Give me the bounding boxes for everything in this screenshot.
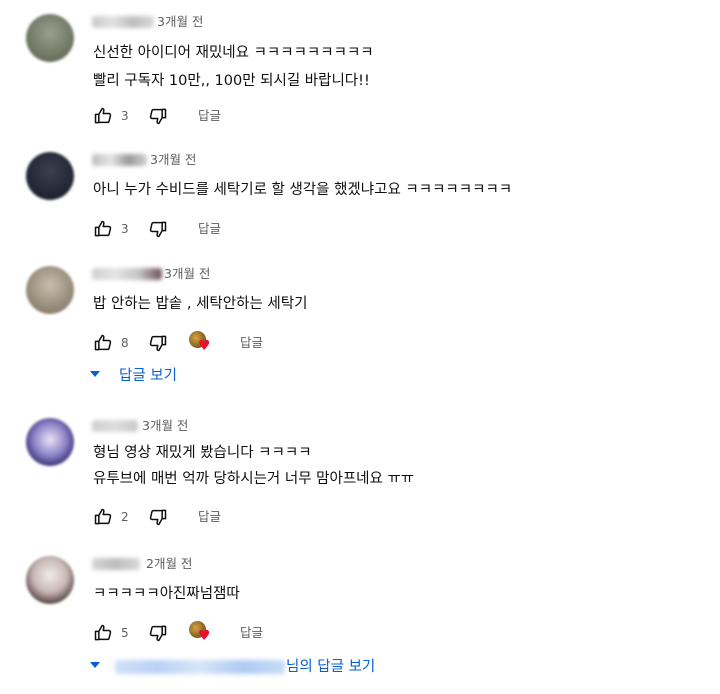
thumbs-up-icon[interactable] <box>93 333 113 353</box>
thumbs-down-icon[interactable] <box>148 106 168 126</box>
comment-actions: 3 답글 <box>93 106 493 126</box>
comment-time[interactable]: 3개월 전 <box>164 266 210 282</box>
reply-button[interactable]: 답글 <box>198 509 221 525</box>
author-name-blurred[interactable] <box>92 268 162 280</box>
comment-text-line: 신선한 아이디어 재밌네요 ㅋㅋㅋㅋㅋㅋㅋㅋㅋ <box>93 45 374 61</box>
avatar[interactable] <box>26 556 74 604</box>
comment-text-line: 빨리 구독자 10만,, 100만 되시길 바랍니다!! <box>93 73 370 89</box>
creator-heart-icon: ♥ <box>189 331 211 353</box>
comment-time[interactable]: 3개월 전 <box>142 418 188 434</box>
thumbs-down-icon[interactable] <box>148 333 168 353</box>
comment-time[interactable]: 3개월 전 <box>157 14 203 30</box>
avatar[interactable] <box>26 152 74 200</box>
thumbs-down-icon[interactable] <box>148 507 168 527</box>
view-replies-label: 답글 보기 <box>119 368 177 384</box>
reply-button[interactable]: 답글 <box>240 625 263 641</box>
comment-time[interactable]: 2개월 전 <box>146 556 192 572</box>
comment-actions: 8 ♥ 답글 <box>93 331 493 353</box>
comment-actions: 3 답글 <box>93 219 493 239</box>
comment-text-line: ㅋㅋㅋㅋㅋ아진짜넘잼따 <box>93 586 240 602</box>
thumbs-down-icon[interactable] <box>148 219 168 239</box>
avatar[interactable] <box>26 14 74 62</box>
comment-actions: 5 ♥ 답글 <box>93 621 493 643</box>
like-count: 8 <box>121 336 129 350</box>
thumbs-up-icon[interactable] <box>93 106 113 126</box>
avatar[interactable] <box>26 266 74 314</box>
caret-down-icon <box>90 371 100 377</box>
caret-down-icon <box>90 662 100 668</box>
author-name-blurred[interactable] <box>92 154 147 166</box>
like-count: 5 <box>121 626 129 640</box>
heart-icon: ♥ <box>198 338 211 354</box>
like-count: 3 <box>121 222 129 236</box>
view-replies-label: 님의 답글 보기 <box>286 659 376 675</box>
reply-button[interactable]: 답글 <box>198 108 221 124</box>
creator-name-blurred <box>115 660 285 674</box>
author-name-blurred[interactable] <box>92 420 138 432</box>
comment-text-line: 밥 안하는 밥솥 , 세탁안하는 세탁기 <box>93 296 308 312</box>
reply-button[interactable]: 답글 <box>198 221 221 237</box>
like-count: 2 <box>121 510 129 524</box>
view-replies-button[interactable]: 님의 답글 보기 <box>90 657 420 679</box>
comment-time[interactable]: 3개월 전 <box>150 152 196 168</box>
comment-text-line: 아니 누가 수비드를 세탁기로 할 생각을 했겠냐고요 ㅋㅋㅋㅋㅋㅋㅋㅋ <box>93 182 513 198</box>
avatar[interactable] <box>26 418 74 466</box>
comment-actions: 2 답글 <box>93 507 493 527</box>
comment-text-line: 형님 영상 재밌게 봤습니다 ㅋㅋㅋㅋ <box>93 445 312 461</box>
thumbs-down-icon[interactable] <box>148 623 168 643</box>
thumbs-up-icon[interactable] <box>93 507 113 527</box>
reply-button[interactable]: 답글 <box>240 335 263 351</box>
heart-icon: ♥ <box>198 628 211 644</box>
thumbs-up-icon[interactable] <box>93 623 113 643</box>
thumbs-up-icon[interactable] <box>93 219 113 239</box>
like-count: 3 <box>121 109 129 123</box>
comment-text-line: 유투브에 매번 억까 당하시는거 너무 맘아프네요 ㅠㅠ <box>93 471 415 487</box>
creator-heart-icon: ♥ <box>189 621 211 643</box>
author-name-blurred[interactable] <box>92 16 154 28</box>
author-name-blurred[interactable] <box>92 558 140 570</box>
